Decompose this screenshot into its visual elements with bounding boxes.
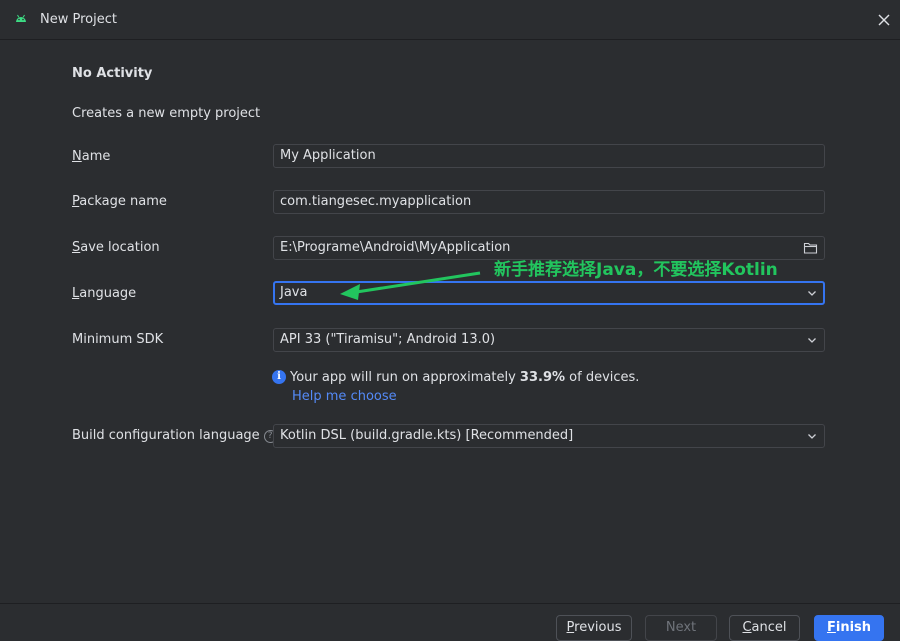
build-config-select-value: Kotlin DSL (build.gradle.kts) [Recommend… <box>280 428 574 443</box>
name-label-text: ame <box>81 149 111 164</box>
minimum-sdk-select[interactable]: API 33 ("Tiramisu"; Android 13.0) <box>273 328 825 352</box>
language-label: Language <box>72 286 136 301</box>
window-title: New Project <box>40 12 117 27</box>
finish-mnemonic: F <box>826 620 836 635</box>
save-location-label: Save location <box>72 240 160 255</box>
coverage-text-before: Your app will run on approximately <box>290 370 520 385</box>
device-coverage-text: Your app will run on approximately 33.9%… <box>290 370 639 385</box>
coverage-percent: 33.9% <box>519 370 566 385</box>
name-label-mnemonic: N <box>72 149 82 164</box>
template-heading: No Activity <box>72 66 153 81</box>
title-bar: New Project <box>0 0 900 40</box>
info-icon: i <box>272 370 286 384</box>
minimum-sdk-select-value: API 33 ("Tiramisu"; Android 13.0) <box>280 332 496 347</box>
folder-icon[interactable] <box>803 241 818 255</box>
language-label-text: anguage <box>79 286 137 301</box>
save-location-label-text: ave location <box>80 240 160 255</box>
cancel-button[interactable]: Cancel <box>729 615 800 641</box>
chevron-down-icon <box>808 338 816 343</box>
cancel-mnemonic: C <box>742 620 752 635</box>
name-label: Name <box>72 149 110 164</box>
annotation-text: 新手推荐选择Java，不要选择Kotlin <box>494 260 778 280</box>
package-name-field-value: com.tiangesec.myapplication <box>280 194 472 209</box>
package-name-field[interactable]: com.tiangesec.myapplication <box>273 190 825 214</box>
previous-button[interactable]: Previous <box>556 615 632 641</box>
previous-mnemonic: P <box>566 620 575 635</box>
cancel-label: ancel <box>751 620 787 635</box>
finish-label: inish <box>835 620 872 635</box>
next-button[interactable]: Next <box>645 615 717 641</box>
previous-label: revious <box>574 620 622 635</box>
finish-button[interactable]: Finish <box>814 615 884 641</box>
close-icon[interactable] <box>874 10 894 30</box>
help-me-choose-link[interactable]: Help me choose <box>292 389 397 404</box>
dialog-content: No Activity Creates a new empty project … <box>0 41 900 603</box>
annotation-arrow <box>340 271 481 300</box>
minimum-sdk-label: Minimum SDK <box>72 332 164 347</box>
coverage-text-after: of devices. <box>565 370 640 385</box>
save-location-field-value: E:\Programe\Android\MyApplication <box>280 240 511 255</box>
build-config-label: Build configuration language? <box>72 428 277 443</box>
name-field-value: My Application <box>280 148 376 163</box>
chevron-down-icon <box>808 434 816 439</box>
chevron-down-icon <box>808 291 816 296</box>
name-field[interactable]: My Application <box>273 144 825 168</box>
dialog-footer: Previous Next Cancel Finish <box>0 603 900 641</box>
package-name-label: Package name <box>72 194 167 209</box>
language-select-value: Java <box>280 285 308 300</box>
template-description: Creates a new empty project <box>72 106 261 121</box>
android-icon <box>16 14 26 22</box>
package-name-label-text: ackage name <box>79 194 167 209</box>
build-config-label-text: Build configuration language <box>72 428 260 443</box>
build-config-select[interactable]: Kotlin DSL (build.gradle.kts) [Recommend… <box>273 424 825 448</box>
